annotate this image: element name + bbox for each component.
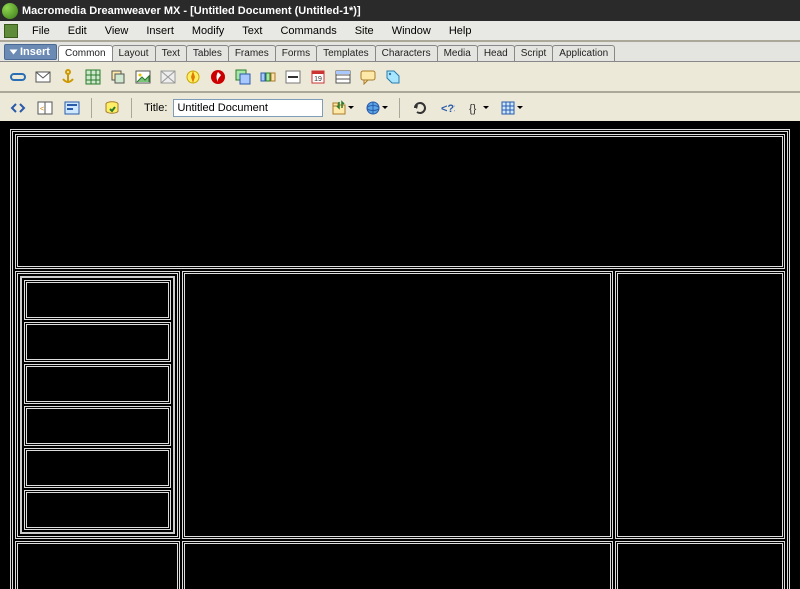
insert-tab-head[interactable]: Head: [477, 45, 515, 61]
doc-toolbar: < Title: <?> {}: [0, 93, 800, 123]
menu-edit[interactable]: Edit: [60, 23, 95, 39]
insert-tab-layout[interactable]: Layout: [112, 45, 156, 61]
layout-table-outer[interactable]: [10, 129, 790, 589]
menu-modify[interactable]: Modify: [184, 23, 232, 39]
image-icon[interactable]: [131, 66, 154, 88]
email-link-icon[interactable]: [31, 66, 54, 88]
titlebar: Macromedia Dreamweaver MX - [Untitled Do…: [0, 0, 800, 21]
insert-tab-script[interactable]: Script: [514, 45, 554, 61]
table-cell[interactable]: [24, 406, 171, 446]
table-cell[interactable]: [182, 271, 613, 539]
reference-icon[interactable]: <?>: [435, 97, 458, 119]
insert-tab-application[interactable]: Application: [552, 45, 615, 61]
refresh-icon[interactable]: [408, 97, 431, 119]
insert-panel-toggle[interactable]: Insert: [4, 44, 57, 60]
app-icon: [2, 3, 18, 19]
table-cell[interactable]: [15, 541, 180, 589]
insert-tab-templates[interactable]: Templates: [316, 45, 376, 61]
table-cell[interactable]: [24, 490, 171, 530]
split-view-icon[interactable]: <: [33, 97, 56, 119]
collapse-icon: [10, 50, 18, 55]
insert-panel: Insert Common Layout Text Tables Frames …: [0, 41, 800, 93]
tag-chooser-icon[interactable]: [381, 66, 404, 88]
live-data-icon[interactable]: [100, 97, 123, 119]
navigation-bar-icon[interactable]: [256, 66, 279, 88]
insert-tab-text[interactable]: Text: [155, 45, 187, 61]
flash-icon[interactable]: [206, 66, 229, 88]
svg-text:{}: {}: [469, 103, 477, 115]
table-cell[interactable]: [615, 541, 785, 589]
insert-toolbar: 19: [0, 62, 800, 92]
view-options-icon[interactable]: [496, 97, 526, 119]
title-label: Title:: [140, 102, 169, 114]
menubar: File Edit View Insert Modify Text Comman…: [0, 21, 800, 41]
file-management-icon[interactable]: [327, 97, 357, 119]
table-cell[interactable]: [24, 448, 171, 488]
insert-tab-media[interactable]: Media: [437, 45, 478, 61]
table-cell[interactable]: [15, 271, 180, 539]
date-icon[interactable]: 19: [306, 66, 329, 88]
table-cell[interactable]: [15, 134, 785, 269]
layout-table-nav[interactable]: [20, 276, 175, 534]
preview-browser-icon[interactable]: [361, 97, 391, 119]
table-icon[interactable]: [81, 66, 104, 88]
fireworks-html-icon[interactable]: [181, 66, 204, 88]
table-cell[interactable]: [615, 271, 785, 539]
title-input[interactable]: [173, 99, 323, 117]
table-cell[interactable]: [182, 541, 613, 589]
insert-tabstrip: Insert Common Layout Text Tables Frames …: [0, 42, 800, 62]
menu-file[interactable]: File: [24, 23, 58, 39]
menu-window[interactable]: Window: [384, 23, 439, 39]
menu-commands[interactable]: Commands: [272, 23, 344, 39]
table-cell[interactable]: [24, 280, 171, 320]
layer-icon[interactable]: [106, 66, 129, 88]
svg-text:<?>: <?>: [441, 103, 455, 115]
insert-tab-tables[interactable]: Tables: [186, 45, 229, 61]
insert-tab-common[interactable]: Common: [58, 45, 113, 61]
svg-text:19: 19: [314, 76, 322, 83]
design-view-icon[interactable]: [60, 97, 83, 119]
menu-text[interactable]: Text: [234, 23, 270, 39]
doc-sys-icon[interactable]: [4, 24, 18, 38]
menu-help[interactable]: Help: [441, 23, 480, 39]
toolbar-sep: [399, 98, 400, 118]
code-navigation-icon[interactable]: {}: [462, 97, 492, 119]
hr-icon[interactable]: [281, 66, 304, 88]
rollover-image-icon[interactable]: [231, 66, 254, 88]
table-cell[interactable]: [24, 364, 171, 404]
insert-tab-forms[interactable]: Forms: [275, 45, 317, 61]
code-view-icon[interactable]: [6, 97, 29, 119]
design-canvas[interactable]: [0, 121, 800, 589]
menu-view[interactable]: View: [97, 23, 137, 39]
comment-icon[interactable]: [356, 66, 379, 88]
named-anchor-icon[interactable]: [56, 66, 79, 88]
menu-insert[interactable]: Insert: [138, 23, 182, 39]
hyperlink-icon[interactable]: [6, 66, 29, 88]
toolbar-sep: [91, 98, 92, 118]
window-title: Macromedia Dreamweaver MX - [Untitled Do…: [22, 5, 361, 17]
insert-tab-characters[interactable]: Characters: [375, 45, 438, 61]
menu-site[interactable]: Site: [347, 23, 382, 39]
insert-tab-frames[interactable]: Frames: [228, 45, 276, 61]
insert-panel-label: Insert: [20, 46, 50, 58]
tabular-data-icon[interactable]: [331, 66, 354, 88]
svg-text:<: <: [40, 106, 44, 113]
toolbar-sep: [131, 98, 132, 118]
image-placeholder-icon[interactable]: [156, 66, 179, 88]
table-cell[interactable]: [24, 322, 171, 362]
